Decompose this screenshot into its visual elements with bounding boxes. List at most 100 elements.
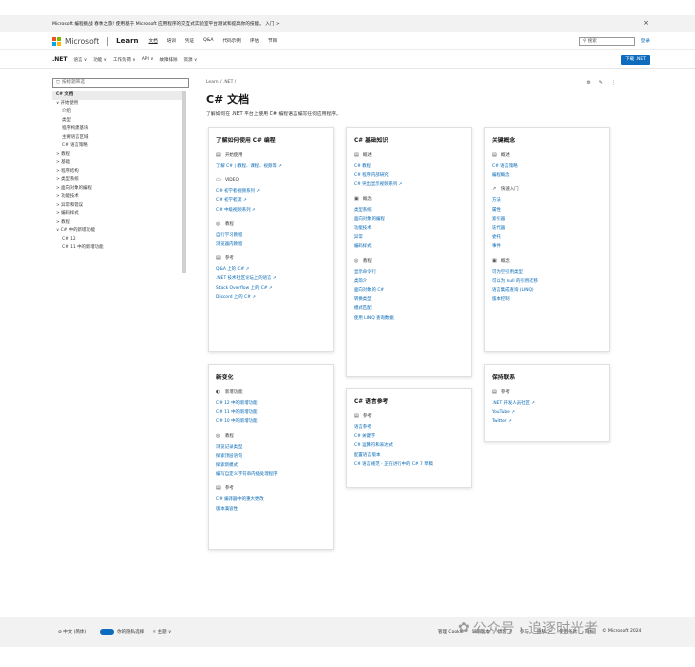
toc-item[interactable]: C# 11 中的新增功能	[52, 244, 182, 253]
more-icon[interactable]: ⋮	[611, 80, 616, 86]
card-link[interactable]: 属性	[492, 206, 602, 215]
subnav-languages[interactable]: 语言 ∨	[74, 57, 88, 63]
card-link[interactable]: .NET 开发人员社区 ↗	[492, 399, 602, 408]
card-link[interactable]: 显示命令行	[354, 268, 464, 277]
card-link[interactable]: Stack Overflow 上的 C# ↗	[216, 284, 326, 293]
toc-item[interactable]: C# 文档	[52, 91, 182, 100]
edit-icon[interactable]: ✎	[599, 80, 603, 86]
card-link[interactable]: 面向对象的编程	[354, 215, 464, 224]
card-link[interactable]: 转换类型	[354, 295, 464, 304]
search-input[interactable]: ⚲ 搜索	[579, 37, 635, 46]
breadcrumb[interactable]: Learn / .NET /	[206, 80, 616, 85]
nav-code-samples[interactable]: 代码示例	[222, 38, 240, 44]
card-link[interactable]: C# 语言规范 - 正在进行中的 C# 7 草稿	[354, 460, 464, 469]
download-dotnet-button[interactable]: 下载 .NET	[621, 55, 650, 65]
card-link[interactable]: 自行学习教程	[216, 231, 326, 240]
card-link[interactable]: C# 中级视频系列 ↗	[216, 206, 326, 215]
language-selector[interactable]: ⊘ 中文 (简体)	[58, 629, 86, 635]
toc-item[interactable]: > 编码样式	[52, 210, 182, 219]
card-link[interactable]: .NET 技术社区论坛上的语言 ↗	[216, 274, 326, 283]
subnav-features[interactable]: 功能 ∨	[93, 57, 107, 63]
toc-item[interactable]: > 程序结构	[52, 168, 182, 177]
card-link[interactable]: 了解 C# | 教程、课程、视频等 ↗	[216, 162, 326, 171]
card-link[interactable]: 模式匹配	[354, 304, 464, 313]
nav-credentials[interactable]: 凭证	[185, 38, 194, 44]
toc-item[interactable]: ∨ 开始使用	[52, 100, 182, 109]
card-link[interactable]: 索引器	[492, 215, 602, 224]
card-link[interactable]: 类简介	[354, 277, 464, 286]
card-link[interactable]: C# 教程	[354, 162, 464, 171]
card-link[interactable]: C# 突出显示视频系列 ↗	[354, 180, 464, 189]
card-link[interactable]: C# 初学者流 ↗	[216, 196, 326, 205]
nav-training[interactable]: 培训	[167, 38, 176, 44]
card-link[interactable]: 迭代器	[492, 224, 602, 233]
signin-link[interactable]: 登录	[641, 38, 650, 44]
nav-qa[interactable]: Q&A	[203, 38, 213, 44]
toc-tree[interactable]: C# 文档 ∨ 开始使用 介绍 类型 程序构建基块 主要语言区域 C# 语言策略 > 教程 > …	[52, 91, 186, 273]
banner-text[interactable]: Microsoft 编程挑战 春季之旅! 使用基于 Microsoft 应用程序…	[52, 21, 280, 27]
subnav-troubleshooting[interactable]: 故障排除	[160, 57, 178, 63]
card-link[interactable]: 版本兼容性	[216, 505, 326, 514]
card-link[interactable]: 可为空引用类型	[492, 268, 602, 277]
nav-assessments[interactable]: 评估	[250, 38, 259, 44]
toc-item[interactable]: 介绍	[52, 108, 182, 117]
toc-item[interactable]: ∨ C# 中的新增功能	[52, 227, 182, 236]
product-name[interactable]: Learn	[116, 37, 138, 45]
card-link[interactable]: 语言参考	[354, 423, 464, 432]
toc-item[interactable]: > 教程	[52, 151, 182, 160]
brand-name[interactable]: Microsoft	[65, 37, 99, 46]
card-link[interactable]: 事件	[492, 242, 602, 251]
card-link[interactable]: Discord 上的 C# ↗	[216, 293, 326, 302]
card-link[interactable]: 浏览记录类型	[216, 443, 326, 452]
card-link[interactable]: 类型系统	[354, 206, 464, 215]
toc-item[interactable]: > 面向对象的编程	[52, 185, 182, 194]
card-link[interactable]: C# 初学者视频系列 ↗	[216, 187, 326, 196]
toc-item[interactable]: C# 12	[52, 236, 182, 245]
card-link[interactable]: 使用 LINQ 查询数据	[354, 314, 464, 323]
settings-icon[interactable]: ⚙	[586, 80, 590, 86]
subnav-resources[interactable]: 资源 ∨	[184, 57, 198, 63]
card-link[interactable]: YouTube ↗	[492, 408, 602, 417]
card-link[interactable]: 浏览器内教程	[216, 240, 326, 249]
card-link[interactable]: 方法	[492, 196, 602, 205]
card-link[interactable]: Twitter ↗	[492, 417, 602, 426]
card-link[interactable]: C# 关键字	[354, 432, 464, 441]
toc-item[interactable]: > 异常和错误	[52, 202, 182, 211]
card-link[interactable]: 编写自定义字符串内插处理程序	[216, 470, 326, 479]
toc-item[interactable]: > 基础	[52, 159, 182, 168]
filter-input[interactable]: ⛉ 按标题筛选	[52, 78, 189, 88]
card-link[interactable]: C# 程序内部研究	[354, 171, 464, 180]
card-link[interactable]: 委托	[492, 233, 602, 242]
toc-item[interactable]: 程序构建基块	[52, 125, 182, 134]
microsoft-logo-icon[interactable]	[52, 36, 61, 46]
footer-link[interactable]: © Microsoft 2024	[602, 629, 641, 635]
subnav-api[interactable]: API ∨	[142, 57, 154, 63]
card-link[interactable]: C# 11 中的新增功能	[216, 408, 326, 417]
privacy-choices[interactable]: 你的隐私选择	[100, 629, 144, 635]
toc-item[interactable]: 类型	[52, 117, 182, 126]
toc-item[interactable]: C# 语言策略	[52, 142, 182, 151]
card-link[interactable]: 异常	[354, 233, 464, 242]
card-link[interactable]: 面向对象的 C#	[354, 286, 464, 295]
nav-shows[interactable]: 节目	[268, 38, 277, 44]
card-link[interactable]: 编码样式	[354, 242, 464, 251]
card-link[interactable]: C# 语言策略	[492, 162, 602, 171]
card-link[interactable]: C# 运算符和表达式	[354, 441, 464, 450]
subnav-workloads[interactable]: 工作负荷 ∨	[113, 57, 136, 63]
toc-item[interactable]: > 类型系统	[52, 176, 182, 185]
card-link[interactable]: 语言集成查询 (LINQ)	[492, 286, 602, 295]
toc-item[interactable]: > 教程	[52, 219, 182, 228]
card-link[interactable]: C# 10 中的新增功能	[216, 417, 326, 426]
close-icon[interactable]: ×	[643, 19, 649, 27]
card-link[interactable]: Q&A 上的 C# ↗	[216, 265, 326, 274]
theme-selector[interactable]: ☼ 主题 ∨	[152, 629, 171, 635]
card-link[interactable]: C# 12 中的新增功能	[216, 399, 326, 408]
card-link[interactable]: 探索新模式	[216, 461, 326, 470]
toc-item[interactable]: 主要语言区域	[52, 134, 182, 143]
card-link[interactable]: 功能技术	[354, 224, 464, 233]
card-link[interactable]: 探索顶层语句	[216, 452, 326, 461]
card-link[interactable]: 版本控制	[492, 295, 602, 304]
card-link[interactable]: C# 编译器中的重大更改	[216, 495, 326, 504]
toc-item[interactable]: > 功能技术	[52, 193, 182, 202]
nav-docs[interactable]: 文档	[149, 38, 158, 44]
